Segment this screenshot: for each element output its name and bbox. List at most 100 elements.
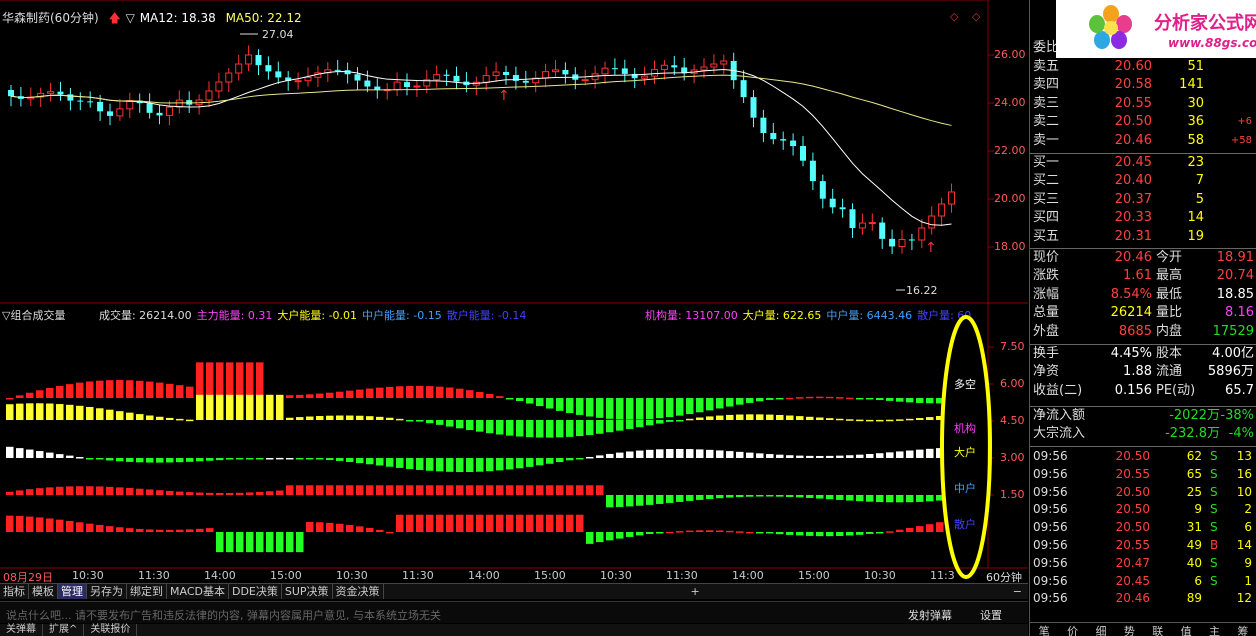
indicator-bar — [46, 388, 54, 398]
indicator-bar — [366, 388, 374, 398]
indicator-bar — [156, 382, 164, 398]
indicator-bar — [386, 485, 394, 495]
tick-time: 09:56 — [1033, 538, 1068, 552]
indicator-tab-1[interactable]: 模板 — [29, 584, 58, 599]
indicator-bar — [386, 417, 394, 420]
indicator-bar — [616, 420, 624, 431]
indicator-bar — [856, 419, 864, 422]
bid-row[interactable]: 买三 20.37 5 — [1030, 191, 1256, 209]
bullet-settings-button[interactable]: 设置 — [980, 607, 1002, 623]
stat-value: 4.45% — [1110, 346, 1152, 361]
quote-tab-2[interactable]: 细 — [1087, 623, 1115, 636]
bid-row[interactable]: 买二 20.40 7 — [1030, 172, 1256, 190]
indicator-tab-0[interactable]: 指标 — [0, 584, 29, 599]
indicator-bar — [26, 392, 34, 398]
bid-row[interactable]: 买四 20.33 14 — [1030, 209, 1256, 227]
bid-row[interactable]: 买一 20.45 23 — [1030, 154, 1256, 172]
indicator-bar — [936, 522, 944, 532]
bid-label: 买三 — [1033, 191, 1060, 207]
indicator-bar — [286, 485, 294, 495]
indicator-tab-3[interactable]: 另存为 — [87, 584, 127, 599]
indicator-bar — [716, 450, 724, 458]
ask-label: 卖三 — [1033, 95, 1060, 111]
indicator-bar — [36, 451, 44, 458]
tick-row: 09:56 20.47 40 S 9 — [1030, 554, 1256, 572]
ask-price: 20.46 — [1114, 132, 1152, 148]
kline-chart[interactable]: ↑↑ — [0, 0, 1028, 582]
ask-row[interactable]: 卖三 20.55 30 — [1030, 95, 1256, 113]
indicator-bar — [686, 449, 694, 458]
candle-body — [225, 72, 233, 83]
time-tick: 15:00 — [798, 569, 830, 582]
bottom-tab-0[interactable]: 关弹幕 — [0, 624, 43, 636]
indicator-tab-7[interactable]: SUP决策 — [282, 584, 333, 599]
quote-tab-0[interactable]: 笔 — [1030, 623, 1058, 636]
indicator-bar — [926, 448, 934, 458]
tick-time: 09:56 — [1033, 573, 1068, 588]
chart-close-icon[interactable]: ◇ — [972, 10, 980, 23]
main-chart-header: 华森制药(60分钟) 🡅 ▽ MA12: 18.38 MA50: 22.12 — [2, 9, 308, 30]
indicator-bar — [856, 454, 864, 458]
indicator-bar — [636, 420, 644, 428]
indicator-tab-2[interactable]: 管理 — [58, 584, 87, 599]
indicator-bar — [766, 398, 774, 400]
indicator-title[interactable]: 组合成交量 — [10, 309, 65, 322]
bottom-tab-2[interactable]: 关联报价 — [84, 624, 138, 636]
bid-row[interactable]: 买五 20.31 19 — [1030, 228, 1256, 246]
remove-tab-button[interactable]: − — [1007, 585, 1028, 598]
indicator-bar — [616, 532, 624, 539]
indicator-bar — [736, 531, 744, 533]
indicator-bar — [676, 531, 684, 533]
indicator-bar — [176, 491, 184, 495]
candle-body — [700, 66, 708, 71]
indicator-bar — [676, 495, 684, 502]
ask-price: 20.58 — [1114, 77, 1152, 93]
candle-body — [720, 60, 728, 65]
quote-tab-6[interactable]: 主 — [1200, 623, 1228, 636]
bullet-input[interactable]: 说点什么吧... 请不要发布广告和违反法律的内容, 弹幕内容属用户意见, 与本系… — [6, 607, 441, 623]
bottom-tab-1[interactable]: 扩展^ — [43, 624, 85, 636]
chart-diamond-icon[interactable]: ◇ — [950, 10, 958, 23]
indicator-bar — [776, 454, 784, 458]
ask-row[interactable]: 卖二 20.50 36 +6 — [1030, 113, 1256, 131]
candle-body — [294, 80, 302, 83]
indicator-tab-4[interactable]: 绑定到 — [127, 584, 167, 599]
indicator-bar — [586, 532, 594, 544]
indicator-bar — [536, 420, 544, 438]
tick-side: S — [1210, 555, 1218, 570]
indicator-bar — [156, 490, 164, 495]
indicator-bar — [326, 415, 334, 420]
add-tab-button[interactable]: + — [685, 585, 706, 598]
stock-name[interactable]: 华森制药(60分钟) — [2, 11, 99, 25]
quote-tab-5[interactable]: 值 — [1172, 623, 1200, 636]
quote-tab-4[interactable]: 联 — [1144, 623, 1172, 636]
indicator-bar — [276, 490, 284, 495]
indicator-bar — [496, 396, 504, 398]
indicator-bar — [26, 489, 34, 495]
indicator-bar — [666, 420, 674, 422]
quote-tab-1[interactable]: 价 — [1058, 623, 1086, 636]
ask-row[interactable]: 卖一 20.46 58 +58 — [1030, 132, 1256, 150]
indicator-bar — [696, 417, 704, 420]
price-tick: 18.00 — [994, 240, 1026, 253]
ask-row[interactable]: 卖四 20.58 141 — [1030, 76, 1256, 94]
indicator-bar — [696, 398, 704, 413]
indicator-bar — [896, 398, 904, 402]
indicator-bar — [316, 458, 324, 460]
indicator-tab-5[interactable]: MACD基本 — [167, 584, 229, 599]
candle-body — [116, 108, 124, 117]
candle-body — [562, 69, 569, 75]
quote-tab-3[interactable]: 势 — [1115, 623, 1143, 636]
indicator-bar — [346, 415, 354, 420]
indicator-tab-6[interactable]: DDE决策 — [229, 584, 282, 599]
indicator-bar — [796, 455, 804, 458]
ask-row[interactable]: 卖五 20.60 51 — [1030, 58, 1256, 76]
quote-tab-7[interactable]: 筹 — [1229, 623, 1256, 636]
indicator-bar — [476, 485, 484, 495]
indicator-bar — [556, 514, 564, 532]
indicator-bar — [166, 417, 174, 420]
send-bullet-button[interactable]: 发射弹幕 — [908, 607, 952, 623]
indicator-bar — [816, 532, 824, 537]
indicator-tab-8[interactable]: 资金决策 — [333, 584, 384, 599]
indicator-bar — [936, 415, 944, 420]
